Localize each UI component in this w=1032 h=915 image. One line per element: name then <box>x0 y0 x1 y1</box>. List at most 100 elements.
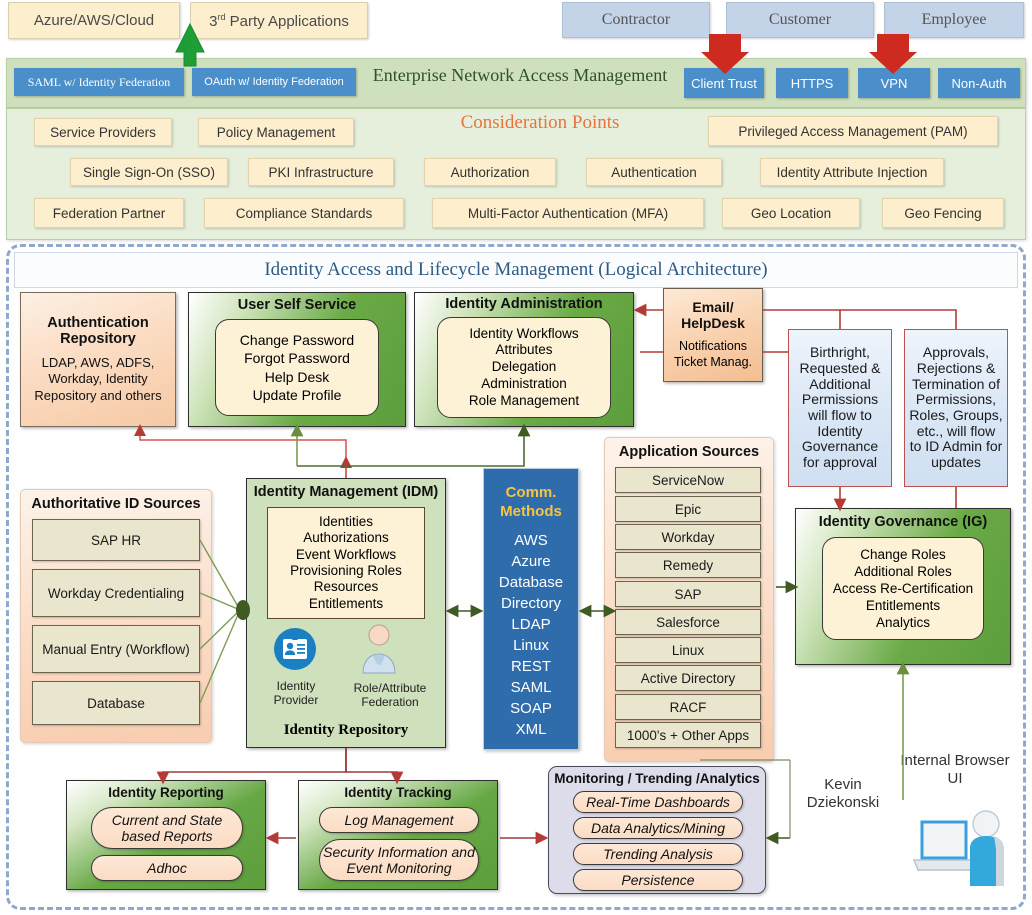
email-helpdesk-body-line2: Ticket Manag. <box>673 355 753 369</box>
ia-item-identity-workflows: Identity Workflows <box>469 325 579 341</box>
app-source-salesforce-label: Salesforce <box>656 614 720 630</box>
app-source-epic: Epic <box>615 496 761 522</box>
cp-federation-partner-label: Federation Partner <box>52 205 166 221</box>
cp-authorization: Authorization <box>424 158 556 186</box>
identity-administration-items: Identity Workflows Attributes Delegation… <box>437 317 611 418</box>
app-source-workday-label: Workday <box>661 529 715 545</box>
cp-policy-management: Policy Management <box>198 118 354 146</box>
comm-method-soap: SOAP <box>510 699 552 717</box>
authentication-repository-title-line2: Repository <box>60 330 136 347</box>
persona-customer-label: Customer <box>768 11 832 28</box>
persona-customer: Customer <box>726 2 874 38</box>
comm-method-directory: Directory <box>500 594 561 612</box>
persona-employee: Employee <box>884 2 1024 38</box>
identity-tracking-title: Identity Tracking <box>344 784 452 800</box>
cp-authentication: Authentication <box>586 158 722 186</box>
cp-federation-partner: Federation Partner <box>34 198 184 228</box>
diagram-root: Azure/AWS/Cloud 3rd Party Applications C… <box>0 0 1032 915</box>
user-self-service-title: User Self Service <box>237 297 357 313</box>
identity-tracking-pill-log-management: Log Management <box>319 807 479 833</box>
auth-source-sap-hr: SAP HR <box>32 519 200 561</box>
cp-single-sign-on: Single Sign-On (SSO) <box>70 158 228 186</box>
user-self-service-items: Change Password Forgot Password Help Des… <box>215 319 379 416</box>
cp-service-providers-label: Service Providers <box>50 124 156 140</box>
email-helpdesk-body-line1: Notifications <box>678 339 748 354</box>
monitoring-pill-2-label: Data Analytics/Mining <box>590 820 726 836</box>
role-attribute-federation-label-line1: Role/Attribute <box>353 681 427 696</box>
consideration-points-title: Consideration Points <box>410 110 670 136</box>
cp-geo-location-label: Geo Location <box>750 205 832 221</box>
internal-browser-ui-label: Internal Browser UI <box>900 748 1010 792</box>
monitoring-pill-trending-analysis: Trending Analysis <box>573 843 743 865</box>
auth-source-workday-credentialing: Workday Credentialing <box>32 569 200 617</box>
chip-https-label: HTTPS <box>790 75 834 91</box>
cp-service-providers: Service Providers <box>34 118 172 146</box>
identity-management-title: Identity Management (IDM) <box>253 484 439 500</box>
app-source-salesforce: Salesforce <box>615 609 761 635</box>
tag-third-party-applications-label: 3rd Party Applications <box>209 11 349 30</box>
enterprise-band-title: Enterprise Network Access Management <box>360 60 680 90</box>
ia-item-attributes: Attributes <box>495 342 553 358</box>
monitoring-title: Monitoring / Trending /Analytics <box>554 770 760 786</box>
author-credit: Kevin Dziekonski <box>788 772 898 816</box>
authoritative-id-sources-title: Authoritative ID Sources <box>31 496 201 512</box>
ia-item-role-management: Role Management <box>468 392 580 408</box>
cp-multi-factor-authentication: Multi-Factor Authentication (MFA) <box>432 198 704 228</box>
comm-method-aws: AWS <box>514 531 548 549</box>
comm-method-database: Database <box>498 573 564 591</box>
monitoring-pill-1-label: Real-Time Dashboards <box>586 794 730 810</box>
comm-methods-header-line1: Comm. <box>505 484 557 502</box>
role-attribute-federation-label-line2: Federation <box>361 695 419 709</box>
identity-provider-label: Identity Provider <box>257 677 335 711</box>
cp-pki-infrastructure-label: PKI Infrastructure <box>268 164 374 180</box>
ig-item-entitlements: Entitlements <box>865 598 941 613</box>
chip-client-trust: Client Trust <box>684 68 764 98</box>
consideration-points-title-label: Consideration Points <box>460 112 620 133</box>
chip-non-auth-label: Non-Auth <box>951 75 1007 91</box>
persona-employee-label: Employee <box>921 11 987 28</box>
tag-third-party-applications: 3rd Party Applications <box>190 2 368 39</box>
app-source-remedy: Remedy <box>615 552 761 578</box>
cp-compliance-standards-label: Compliance Standards <box>235 205 373 221</box>
identity-governance-panel: Identity Governance (IG) Change Roles Ad… <box>795 508 1011 665</box>
authentication-repository-title-line1: Authentication <box>47 314 149 331</box>
comm-method-linux: Linux <box>513 636 549 654</box>
app-source-other-apps: 1000's + Other Apps <box>615 722 761 748</box>
app-source-linux-label: Linux <box>671 642 705 658</box>
tag-azure-aws-cloud-label: Azure/AWS/Cloud <box>33 12 155 29</box>
identity-tracking-panel: Identity Tracking Log Management Securit… <box>298 780 498 890</box>
identity-administration-panel: Identity Administration Identity Workflo… <box>414 292 634 427</box>
cp-privileged-access-management: Privileged Access Management (PAM) <box>708 116 998 146</box>
auth-source-database-label: Database <box>87 695 145 711</box>
identity-provider-label-line1: Identity <box>276 679 316 694</box>
idm-item-provisioning-roles: Provisioning Roles <box>290 563 402 578</box>
identity-provider-icon <box>273 627 317 671</box>
comm-method-azure: Azure <box>511 552 551 570</box>
app-source-servicenow-label: ServiceNow <box>651 472 725 488</box>
note-birthright-permissions: Birthright, Requested & Additional Permi… <box>788 329 892 487</box>
authentication-repository-body: LDAP, AWS, ADFS, Workday, Identity Repos… <box>34 354 162 403</box>
chip-saml-label: SAML w/ Identity Federation <box>27 74 171 89</box>
comm-methods-header-line2: Methods <box>500 503 562 520</box>
chip-oauth-label: OAuth w/ Identity Federation <box>204 76 344 88</box>
monitoring-pill-data-analytics-mining: Data Analytics/Mining <box>573 817 743 839</box>
auth-source-workday-credentialing-label: Workday Credentialing <box>47 585 185 601</box>
monitoring-pill-4-label: Persistence <box>621 872 695 888</box>
idm-item-identities: Identities <box>318 513 374 529</box>
cp-multi-factor-authentication-label: Multi-Factor Authentication (MFA) <box>467 205 669 221</box>
note-approvals-rejections: Approvals, Rejections & Termination of P… <box>904 329 1008 487</box>
identity-tracking-pill1-label: Log Management <box>344 812 454 828</box>
app-source-workday: Workday <box>615 524 761 550</box>
ia-item-administration: Administration <box>481 375 567 391</box>
cp-geo-fencing: Geo Fencing <box>882 198 1004 228</box>
identity-repository-footer-label: Identity Repository <box>283 721 409 738</box>
uss-item-update-profile: Update Profile <box>252 386 342 403</box>
persona-contractor-label: Contractor <box>601 11 671 28</box>
chip-oauth-identity-federation: OAuth w/ Identity Federation <box>192 68 356 96</box>
cp-privileged-access-management-label: Privileged Access Management (PAM) <box>738 123 968 139</box>
cp-identity-attribute-injection: Identity Attribute Injection <box>760 158 944 186</box>
laptop-user-icon <box>908 800 1014 888</box>
monitoring-pill-persistence: Persistence <box>573 869 743 891</box>
chip-saml-identity-federation: SAML w/ Identity Federation <box>14 68 184 96</box>
email-helpdesk-panel: Email/ HelpDesk Notifications Ticket Man… <box>663 288 763 382</box>
